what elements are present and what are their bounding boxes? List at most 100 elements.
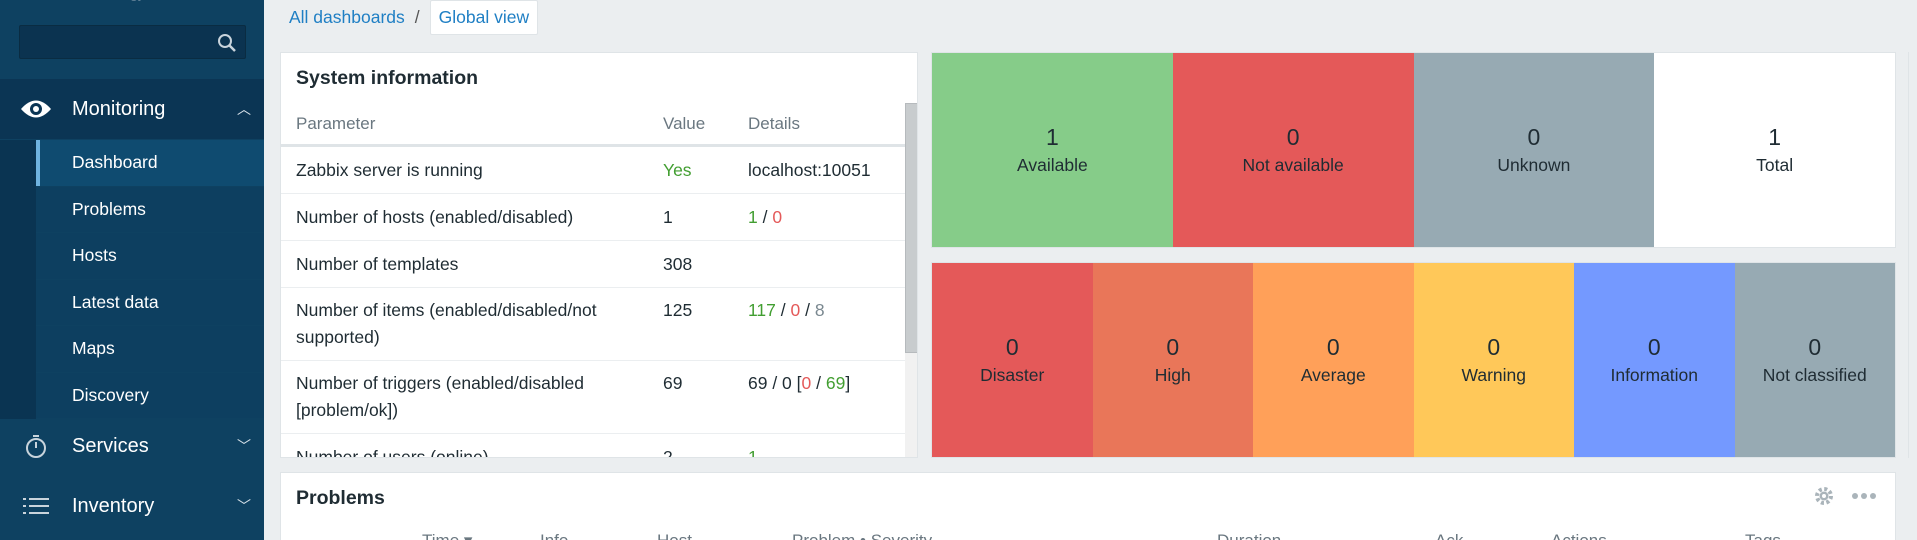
severity-tile-disaster[interactable]: 0 Disaster xyxy=(932,263,1093,457)
column-header-host[interactable]: Host xyxy=(657,531,692,540)
sidebar-item-label: Problems xyxy=(72,198,146,219)
problems-table-header: Time ▾ Info Host Problem • Severity Dura… xyxy=(281,531,1895,540)
scrollbar-thumb[interactable] xyxy=(905,103,917,353)
ok-count: 69 xyxy=(825,373,846,393)
row-parameter: Number of templates xyxy=(296,253,459,274)
table-row: Number of triggers (enabled/disabled [pr… xyxy=(281,361,905,434)
sidebar-item-label: Maps xyxy=(72,338,115,359)
tile-label: High xyxy=(1154,365,1191,385)
availability-tile-available[interactable]: 1 Available xyxy=(932,53,1173,247)
row-details: localhost:10051 xyxy=(748,159,871,180)
tile-count: 0 xyxy=(1166,334,1180,360)
tile-count: 0 xyxy=(1005,334,1019,360)
column-header-problem-severity[interactable]: Problem • Severity xyxy=(792,531,932,540)
availability-tile-unknown[interactable]: 0 Unknown xyxy=(1413,53,1655,247)
breadcrumb-separator: / xyxy=(414,7,420,27)
column-header-ack: Ack xyxy=(1435,531,1463,540)
availability-tile-total[interactable]: 1 Total xyxy=(1654,53,1895,247)
widget-title: System information xyxy=(296,67,479,89)
tile-label: Available xyxy=(1017,155,1088,175)
row-parameter: Number of users (online) xyxy=(296,446,489,458)
divider xyxy=(1908,52,1909,458)
row-value: 1 xyxy=(663,206,673,227)
tile-count: 0 xyxy=(1487,334,1501,360)
row-details: 117 / 0 / 8 xyxy=(748,297,905,324)
nav-services-label: Services xyxy=(72,434,149,457)
tile-count: 0 xyxy=(1527,124,1541,150)
severity-tile-not-classified[interactable]: 0 Not classified xyxy=(1734,263,1895,457)
enabled-count: 117 xyxy=(748,300,776,320)
chevron-down-icon: ﹀ xyxy=(237,498,251,514)
list-icon xyxy=(0,496,72,516)
availability-tile-not-available[interactable]: 0 Not available xyxy=(1172,53,1414,247)
nav-inventory-label: Inventory xyxy=(72,494,155,517)
gear-icon[interactable] xyxy=(1813,485,1835,507)
column-header-value: Value xyxy=(663,113,706,133)
tile-count: 0 xyxy=(1808,334,1822,360)
tile-label: Warning xyxy=(1461,365,1526,385)
nav-services[interactable]: Services ﹀ xyxy=(0,416,264,476)
separator: / xyxy=(800,300,815,320)
table-row: Number of templates 308 xyxy=(281,241,905,288)
sidebar-item-label: Discovery xyxy=(72,384,149,405)
tile-label: Not available xyxy=(1242,155,1344,175)
table-row: Number of hosts (enabled/disabled) 1 1 /… xyxy=(281,194,905,241)
column-header-details: Details xyxy=(748,113,800,133)
row-value: 308 xyxy=(663,253,693,274)
sidebar-item-hosts[interactable]: Hosts xyxy=(36,233,264,280)
breadcrumb-global-view[interactable]: Global view xyxy=(429,0,539,35)
severity-tile-high[interactable]: 0 High xyxy=(1092,263,1253,457)
nav-monitoring-label: Monitoring xyxy=(72,97,166,120)
column-header-tags: Tags xyxy=(1745,531,1781,540)
column-header-parameter: Parameter xyxy=(296,113,376,133)
row-value: 2 xyxy=(663,446,673,458)
system-information-widget: System information Parameter Value Detai… xyxy=(280,52,918,458)
disabled-count: 0 xyxy=(790,300,801,320)
host-availability-widget: 1 Available 0 Not available 0 Unknown 1 … xyxy=(931,52,1896,248)
sidebar-item-latest-data[interactable]: Latest data xyxy=(36,279,264,326)
row-parameter: Number of items (enabled/disabled/not su… xyxy=(296,300,597,347)
svg-text:gy: gy xyxy=(130,0,145,1)
widget-title: Problems xyxy=(296,487,385,509)
table-header: Parameter Value Details xyxy=(281,103,905,147)
search-input[interactable] xyxy=(19,25,246,59)
row-details: 69 / 0 [0 / 69] xyxy=(748,370,905,397)
severity-tile-information[interactable]: 0 Information xyxy=(1574,263,1735,457)
sidebar: gy Monitoring ︿ Dashboard Problems Hosts… xyxy=(0,0,264,540)
row-value: 69 xyxy=(663,373,683,393)
problems-by-severity-widget: 0 Disaster 0 High 0 Average 0 Warning 0 … xyxy=(931,262,1896,458)
separator: / xyxy=(811,373,826,393)
severity-tile-warning[interactable]: 0 Warning xyxy=(1413,263,1574,457)
breadcrumb: All dashboards / Global view xyxy=(289,0,539,35)
sidebar-item-label: Latest data xyxy=(72,291,159,312)
problem-count: 0 xyxy=(801,373,812,393)
sidebar-item-dashboard[interactable]: Dashboard xyxy=(36,140,264,187)
nav-monitoring[interactable]: Monitoring ︿ xyxy=(0,79,264,139)
widget-actions xyxy=(1813,485,1877,507)
tile-count: 0 xyxy=(1286,124,1300,150)
sidebar-item-discovery[interactable]: Discovery xyxy=(36,372,264,419)
tile-count: 1 xyxy=(1045,124,1059,150)
not-supported-count: 8 xyxy=(814,300,825,320)
search-icon[interactable] xyxy=(217,33,237,53)
column-header-duration: Duration xyxy=(1217,531,1281,540)
breadcrumb-all-dashboards[interactable]: All dashboards xyxy=(289,7,405,28)
sidebar-item-maps[interactable]: Maps xyxy=(36,326,264,373)
column-header-info: Info xyxy=(540,531,568,540)
more-options-icon[interactable] xyxy=(1851,492,1877,500)
tile-count: 0 xyxy=(1647,334,1661,360)
logo: gy xyxy=(130,0,145,1)
tile-label: Disaster xyxy=(980,365,1045,385)
disabled-count: 0 xyxy=(772,206,783,227)
severity-tile-average[interactable]: 0 Average xyxy=(1253,263,1414,457)
sidebar-item-problems[interactable]: Problems xyxy=(36,186,264,233)
row-parameter: Zabbix server is running xyxy=(296,159,483,180)
column-header-time[interactable]: Time ▾ xyxy=(422,531,472,540)
details-suffix: ] xyxy=(845,373,851,393)
tile-count: 0 xyxy=(1326,334,1340,360)
tile-label: Unknown xyxy=(1497,155,1571,175)
sysinfo-table: Parameter Value Details Zabbix server is… xyxy=(281,103,905,458)
row-parameter: Number of triggers (enabled/disabled [pr… xyxy=(296,373,584,420)
nav-inventory[interactable]: Inventory ﹀ xyxy=(0,476,264,536)
enabled-count: 1 xyxy=(748,206,758,227)
